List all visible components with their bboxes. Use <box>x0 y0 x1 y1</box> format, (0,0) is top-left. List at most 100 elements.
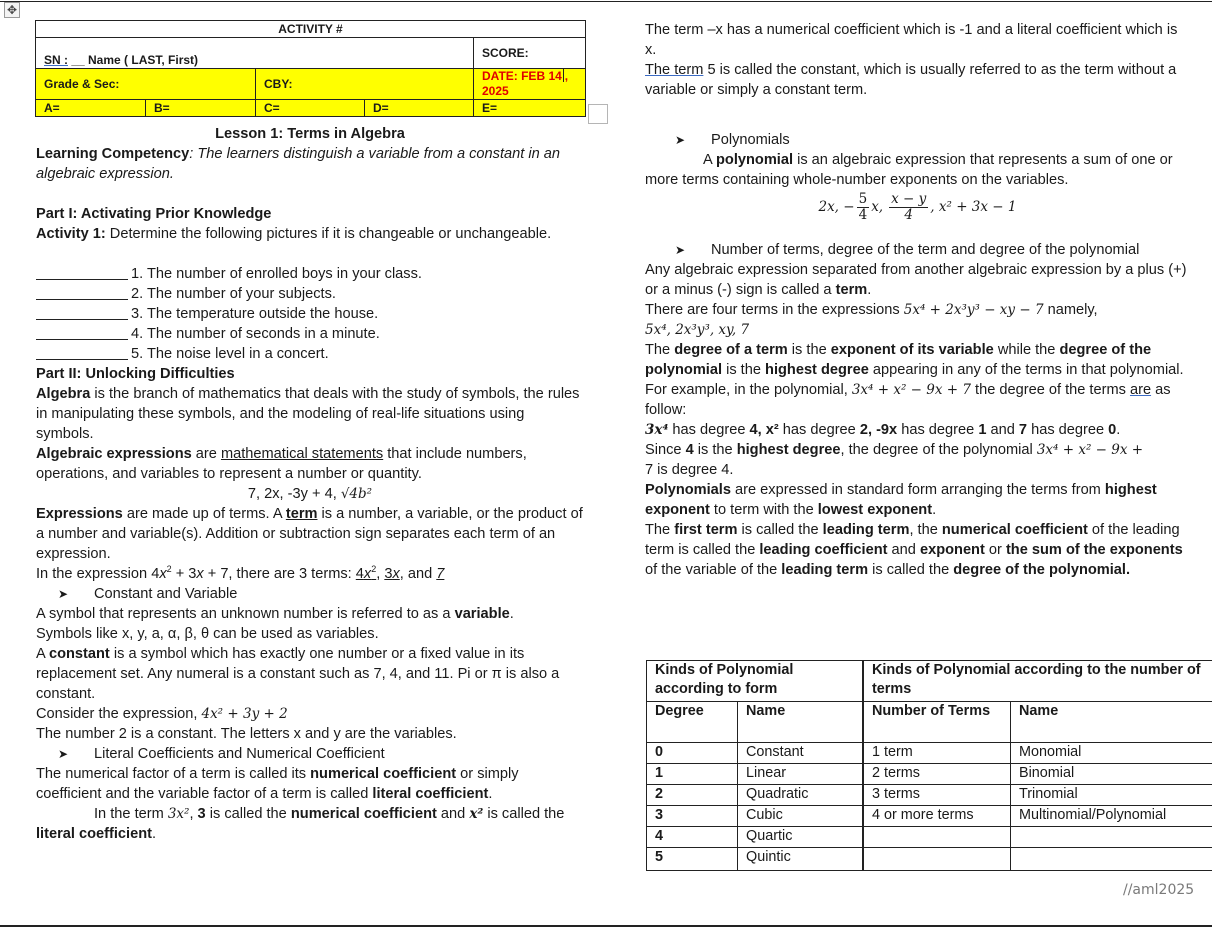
grade-sec-field[interactable]: Grade & Sec: <box>35 68 256 100</box>
text: namely, <box>1043 302 1098 318</box>
sn-label: SN : <box>44 53 68 67</box>
answer-blank[interactable] <box>36 285 128 300</box>
text: There are four terms in the expressions <box>645 302 904 318</box>
score-field[interactable]: SCORE: <box>473 37 586 69</box>
term-expressions: Expressions <box>36 506 123 522</box>
bullet-number-of-terms: ➤ Number of terms, degree of the term and… <box>645 240 1190 260</box>
text: and <box>887 542 920 558</box>
text: The <box>645 522 675 538</box>
math-expression: , x² + 3x − 1 <box>930 199 1017 215</box>
table-row: 2 Quadratic 3 terms Trinomial <box>646 784 1212 806</box>
math-expression: 3x⁴ + x² − 9x + 7 <box>851 382 971 398</box>
term-constant: constant <box>48 646 110 662</box>
text: while the <box>993 342 1060 358</box>
bullet-polynomials: ➤ Polynomials <box>645 130 1190 150</box>
text: to term with the <box>709 502 818 518</box>
text: 7 is degree 4. <box>645 462 734 478</box>
text: + 3 <box>171 566 197 582</box>
score-b-field[interactable]: B= <box>145 99 256 117</box>
cell-kind: Binomial <box>1010 763 1212 785</box>
table-move-handle-icon[interactable]: ✥ <box>4 2 20 18</box>
grammar-flagged-text[interactable]: The term <box>645 62 703 78</box>
cell-kind: Trinomial <box>1010 784 1212 806</box>
table-row: 1 Linear 2 terms Binomial <box>646 763 1212 785</box>
text: is called the <box>868 562 954 578</box>
score-c-field[interactable]: C= <box>255 99 365 117</box>
e-label: E= <box>482 100 498 115</box>
bullet-text: Literal Coefficients and Numerical Coeff… <box>94 746 385 762</box>
text: Since <box>645 442 686 458</box>
math-expression: 5x⁴ + 2x³y³ − xy − 7 <box>903 302 1044 318</box>
text: is the <box>693 442 737 458</box>
table-resize-handle-icon[interactable] <box>588 104 608 124</box>
bold-text: Polynomials <box>645 482 731 498</box>
answer-blank[interactable] <box>36 305 128 320</box>
text: 7, 2x, -3y + 4, <box>247 486 341 502</box>
score-e-field[interactable]: E= <box>473 99 586 117</box>
bold-text: exponent <box>919 542 985 558</box>
column-header-number-of-terms: Number of Terms <box>862 701 1011 743</box>
column-header-degree: Degree <box>646 701 738 743</box>
answer-blank[interactable] <box>36 345 128 360</box>
cell-name: Quintic <box>737 847 864 871</box>
text: A <box>36 646 49 662</box>
cell-degree: 2 <box>646 784 738 806</box>
expressions-definition: Expressions are made up of terms. A term… <box>36 504 584 564</box>
activity1-label: Activity 1: <box>36 226 106 242</box>
underlined-text: mathematical statements <box>220 446 384 462</box>
arrowhead-bullet-icon: ➤ <box>675 243 686 257</box>
text: is the <box>787 342 831 358</box>
text: is the branch of mathematics that deals … <box>36 386 580 442</box>
examples-line: 7, 2x, -3y + 4, √4b² <box>36 484 584 504</box>
bold-text: the sum of the exponents <box>1005 542 1183 558</box>
text-cursor <box>562 69 564 82</box>
cell-degree: 5 <box>646 847 738 871</box>
bullet-text: Polynomials <box>711 132 790 148</box>
text: The <box>645 342 675 358</box>
bold-text: numerical coefficient <box>290 806 437 822</box>
item-text: 4. The number of seconds in a minute. <box>131 326 380 342</box>
variable-definition: A symbol that represents an unknown numb… <box>36 606 514 622</box>
math-expression: 5x⁴, 2x³y³, xy, 7 <box>645 322 750 338</box>
cell-name: Constant <box>737 742 864 764</box>
activity-item: 4. The number of seconds in a minute. <box>36 324 584 344</box>
score-a-field[interactable]: A= <box>35 99 146 117</box>
text: , the degree of the polynomial <box>840 442 1037 458</box>
cell-kind <box>1010 847 1212 871</box>
item-text: 2. The number of your subjects. <box>131 286 336 302</box>
text: and <box>986 422 1019 438</box>
author-signature: //aml2025 <box>1123 882 1195 898</box>
cell-terms <box>862 826 1011 848</box>
date-field[interactable]: DATE: FEB 14, 2025 <box>473 68 586 100</box>
text: A <box>703 152 716 168</box>
cell-degree: 1 <box>646 763 738 785</box>
text: is called the <box>483 806 565 822</box>
bold-text: lowest exponent <box>817 502 933 518</box>
leading-term-paragraph: The first term is called the leading ter… <box>645 520 1190 580</box>
answer-blank[interactable] <box>36 265 128 280</box>
text: A symbol that represents an unknown numb… <box>36 606 455 622</box>
bold-text: 4, x² <box>749 422 779 438</box>
bullet-text: Number of terms, degree of the term and … <box>711 242 1140 258</box>
name-field[interactable]: SN : __ Name ( LAST, First) <box>35 37 474 69</box>
bold-text: 3x⁴ <box>645 422 669 438</box>
page-bottom-border <box>0 925 1212 927</box>
score-d-field[interactable]: D= <box>364 99 474 117</box>
table-row: 4 Quartic <box>646 826 1212 848</box>
item-text: 5. The noise level in a concert. <box>131 346 329 362</box>
text: In the expression 4 <box>36 566 160 582</box>
math-expression: 3x⁴ + x² − 9x + <box>1036 442 1144 458</box>
cby-field[interactable]: CBY: <box>255 68 474 100</box>
table-row: 5 Quintic <box>646 847 1212 871</box>
term-algebraic-expressions: Algebraic expressions <box>36 446 192 462</box>
negx-paragraph: The term –x has a numerical coefficient … <box>645 22 1178 58</box>
text: are <box>191 446 221 462</box>
bold-text: literal coefficient <box>36 826 152 842</box>
activity1-items: 1. The number of enrolled boys in your c… <box>36 264 584 364</box>
text: Consider the expression, <box>36 706 202 722</box>
math-expression: 2x, − <box>818 199 855 215</box>
highest-degree-paragraph: Since 4 is the highest degree, the degre… <box>645 440 1190 480</box>
answer-blank[interactable] <box>36 325 128 340</box>
grammar-flagged-text[interactable]: are <box>1130 382 1151 398</box>
bold-text: highest degree <box>736 442 841 458</box>
